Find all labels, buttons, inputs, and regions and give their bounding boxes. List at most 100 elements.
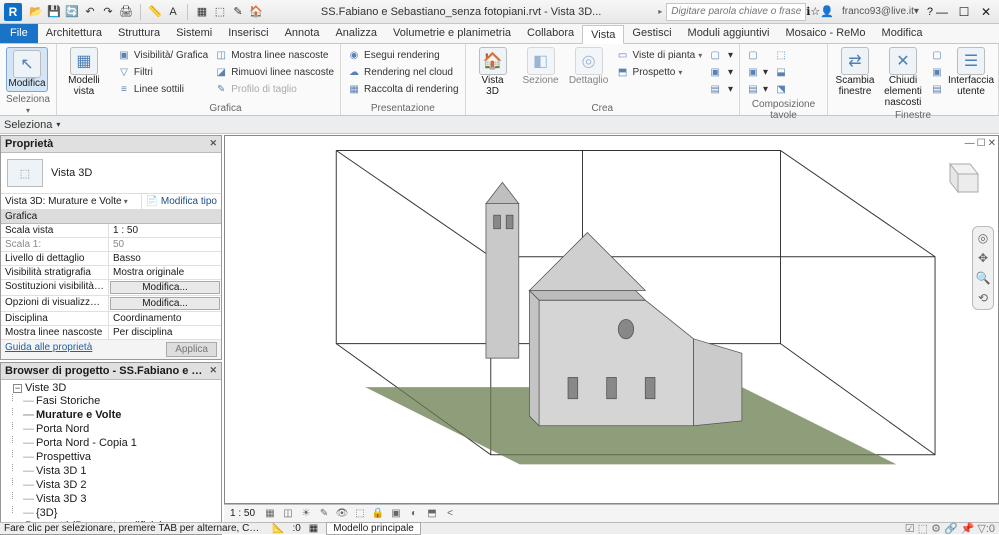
vc-icon[interactable]: ◐ (407, 508, 421, 519)
open-icon[interactable]: 📂 (28, 4, 44, 20)
search-input[interactable] (666, 3, 806, 21)
vc-icon[interactable]: < (443, 508, 457, 519)
opzioni-vis-button[interactable]: Modifica... (110, 297, 220, 310)
fin3[interactable]: ▤ (930, 81, 944, 97)
tree-item[interactable]: —Vista 3D 1 (9, 464, 219, 478)
view-minimize-icon[interactable]: — (965, 138, 975, 149)
tree-item[interactable]: —Vista 3D 3 (9, 492, 219, 506)
view-close-icon[interactable]: ✕ (988, 138, 996, 149)
signin-icon[interactable]: 👤 (820, 5, 834, 18)
redo-icon[interactable]: ↷ (100, 4, 116, 20)
app-logo[interactable]: R (4, 3, 22, 21)
steering-wheel-icon[interactable]: ◎ (978, 231, 988, 245)
qat-icon[interactable]: ▦ (194, 4, 210, 20)
dettaglio-button[interactable]: ◎ Dettaglio (568, 47, 610, 86)
tree-item[interactable]: —Fasi Storiche (9, 394, 219, 408)
tree-item[interactable]: —{3D} (9, 506, 219, 520)
fin2[interactable]: ▣ (930, 64, 944, 80)
tab-collabora[interactable]: Collabora (519, 24, 582, 43)
render-gallery-button[interactable]: ▦Raccolta di rendering (347, 81, 459, 97)
tab-struttura[interactable]: Struttura (110, 24, 168, 43)
tree-item[interactable]: —Prospettiva (9, 450, 219, 464)
interfaccia-button[interactable]: ☰ Interfaccia utente (950, 47, 992, 97)
tree-item[interactable]: —Porta Nord - Copia 1 (9, 436, 219, 450)
tab-architettura[interactable]: Architettura (38, 24, 110, 43)
pan-icon[interactable]: ✥ (978, 251, 988, 265)
linee-sottili-button[interactable]: ≡Linee sottili (117, 81, 208, 97)
sb-icon[interactable]: ⬚ (918, 522, 928, 535)
viste-pianta-button[interactable]: ▭Viste di pianta (616, 47, 703, 63)
tree-item-active[interactable]: —Murature e Volte (9, 408, 219, 422)
vc-icon[interactable]: ⬒ (425, 508, 439, 519)
qat-icon[interactable]: ✎ (230, 4, 246, 20)
tab-sistemi[interactable]: Sistemi (168, 24, 220, 43)
chiudi-nascosti-button[interactable]: ✕ Chiudi elementi nascosti (882, 47, 924, 108)
save-icon[interactable]: 💾 (46, 4, 62, 20)
tab-vista[interactable]: Vista (582, 25, 624, 44)
comp6[interactable]: ⬔ (774, 81, 788, 97)
tree-root-viste3d[interactable]: −Viste 3D (9, 382, 219, 394)
undo-icon[interactable]: ↶ (82, 4, 98, 20)
comp3[interactable]: ▤▾ (746, 81, 768, 97)
close-browser-icon[interactable]: ✕ (209, 365, 217, 377)
tab-analizza[interactable]: Analizza (327, 24, 385, 43)
star-icon[interactable]: ☆ (810, 5, 820, 18)
sync-icon[interactable]: 🔄 (64, 4, 80, 20)
crea-extra1[interactable]: ▢ ▾ (708, 47, 733, 63)
scambia-finestre-button[interactable]: ⇄ Scambia finestre (834, 47, 876, 97)
modifica-button[interactable]: ↖ Modifica (6, 47, 48, 92)
prospetto-button[interactable]: ⬒Prospetto (616, 64, 703, 80)
fin1[interactable]: ▢ (930, 47, 944, 63)
view-maximize-icon[interactable]: ☐ (977, 138, 986, 149)
instance-filter[interactable]: Vista 3D: Murature e Volte (1, 194, 142, 209)
sostituzioni-button[interactable]: Modifica... (110, 281, 220, 294)
text-icon[interactable]: A (165, 4, 181, 20)
disciplina-value[interactable]: Coordinamento (109, 312, 221, 325)
coord-icon[interactable]: 📐 (272, 523, 284, 534)
vc-icon[interactable]: ▦ (263, 508, 277, 519)
sb-icon[interactable]: 🔗 (944, 522, 958, 535)
comp2[interactable]: ▣▾ (746, 64, 768, 80)
model-icon[interactable]: ▦ (309, 523, 318, 534)
sb-icon[interactable]: 📌 (961, 522, 975, 535)
print-icon[interactable]: 🖨 (118, 4, 134, 20)
file-tab[interactable]: File (0, 24, 38, 43)
comp1[interactable]: ▢ (746, 47, 768, 63)
vista3d-button[interactable]: 🏠 Vista 3D (472, 47, 514, 97)
zoom-icon[interactable]: 🔍 (976, 271, 991, 285)
tab-moduli[interactable]: Moduli aggiuntivi (680, 24, 778, 43)
comp4[interactable]: ⬚ (774, 47, 788, 63)
tab-gestisci[interactable]: Gestisci (624, 24, 679, 43)
vc-icon[interactable]: ◫ (281, 508, 295, 519)
viewport-3d[interactable]: — ☐ ✕ ◎ ✥ 🔍 ⟲ (224, 135, 999, 504)
tab-volumetrie[interactable]: Volumetrie e planimetria (385, 24, 519, 43)
help-link[interactable]: Guida alle proprietà (5, 342, 92, 357)
filtri-button[interactable]: ▽Filtri (117, 64, 208, 80)
vc-icon[interactable]: 👁 (335, 508, 349, 519)
tab-annota[interactable]: Annota (277, 24, 328, 43)
stratigrafia-value[interactable]: Mostra originale (109, 266, 221, 279)
tree-item[interactable]: —Vista 3D 2 (9, 478, 219, 492)
scala-vista-value[interactable]: 1 : 50 (109, 224, 221, 237)
scale-label[interactable]: 1 : 50 (230, 508, 255, 519)
measure-icon[interactable]: 📏 (147, 4, 163, 20)
navigation-bar[interactable]: ◎ ✥ 🔍 ⟲ (972, 226, 994, 310)
rimuovi-linee-button[interactable]: ◪Rimuovi linee nascoste (214, 64, 334, 80)
visibilita-button[interactable]: ▣Visibilità/ Grafica (117, 47, 208, 63)
vc-icon[interactable]: ✎ (317, 508, 331, 519)
qat-icon[interactable]: 🏠 (248, 4, 264, 20)
user-account[interactable]: franco93@live.it▾ (842, 6, 919, 17)
apply-button[interactable]: Applica (166, 342, 217, 357)
model-selector[interactable]: Modello principale (326, 522, 421, 535)
vc-icon[interactable]: ☀ (299, 508, 313, 519)
mostra-linee-value[interactable]: Per disciplina (109, 326, 221, 339)
sb-icon[interactable]: ⚙ (931, 522, 941, 535)
orbit-icon[interactable]: ⟲ (978, 291, 988, 305)
modelli-vista-button[interactable]: ▦ Modelli vista (63, 47, 105, 97)
vc-icon[interactable]: 🔒 (371, 508, 385, 519)
view-cube[interactable] (940, 156, 980, 196)
render-cloud-button[interactable]: ☁Rendering nel cloud (347, 64, 459, 80)
tab-mosaico[interactable]: Mosaico - ReMo (777, 24, 873, 43)
render-button[interactable]: ◉Esegui rendering (347, 47, 459, 63)
crea-extra3[interactable]: ▤ ▾ (708, 81, 733, 97)
